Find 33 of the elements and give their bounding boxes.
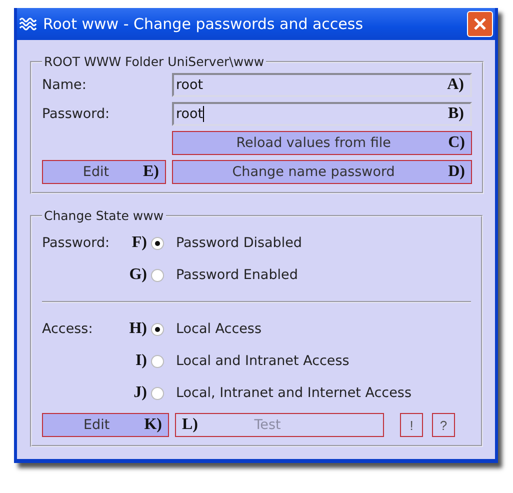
radio-button[interactable]: [151, 268, 164, 282]
close-button[interactable]: [467, 11, 493, 37]
group-title: ROOT WWW Folder UniServer\www: [43, 54, 266, 69]
radio-label[interactable]: Password Enabled: [168, 267, 471, 283]
option-label: Access:: [42, 321, 94, 337]
annotation-marker: I): [135, 352, 147, 370]
annotation-marker: H): [129, 320, 147, 338]
group-title: Change State www: [43, 208, 165, 223]
field-label: Password:: [42, 106, 111, 122]
text-field[interactable]: root B): [172, 102, 472, 126]
close-icon: [473, 17, 487, 31]
radio-button[interactable]: [151, 322, 164, 336]
edit-button[interactable]: Edit K): [42, 413, 169, 437]
window-title: Root www - Change passwords and access: [43, 15, 364, 33]
app-icon: [19, 16, 37, 32]
annotation-marker: F): [132, 234, 147, 252]
annotation-marker: G): [129, 266, 147, 284]
radio-label[interactable]: Local and Intranet Access: [168, 353, 471, 369]
option-label: Password:: [42, 235, 111, 251]
reload-button[interactable]: Reload values from file C): [172, 131, 472, 155]
radio-button[interactable]: [151, 354, 164, 368]
radio-button[interactable]: [151, 236, 164, 250]
edit-button[interactable]: Edit E): [42, 160, 166, 184]
radio-button[interactable]: [151, 386, 164, 400]
small-button[interactable]: !: [400, 413, 423, 437]
field-label: Name:: [42, 77, 88, 93]
radio-label[interactable]: Password Disabled: [168, 235, 471, 251]
text-field[interactable]: root A): [172, 73, 472, 97]
annotation-marker: J): [134, 384, 147, 402]
change-password-button[interactable]: Change name password D): [172, 160, 472, 184]
radio-label[interactable]: Local Access: [168, 321, 471, 337]
radio-label[interactable]: Local, Intranet and Internet Access: [168, 385, 471, 401]
small-button[interactable]: ?: [432, 413, 455, 437]
